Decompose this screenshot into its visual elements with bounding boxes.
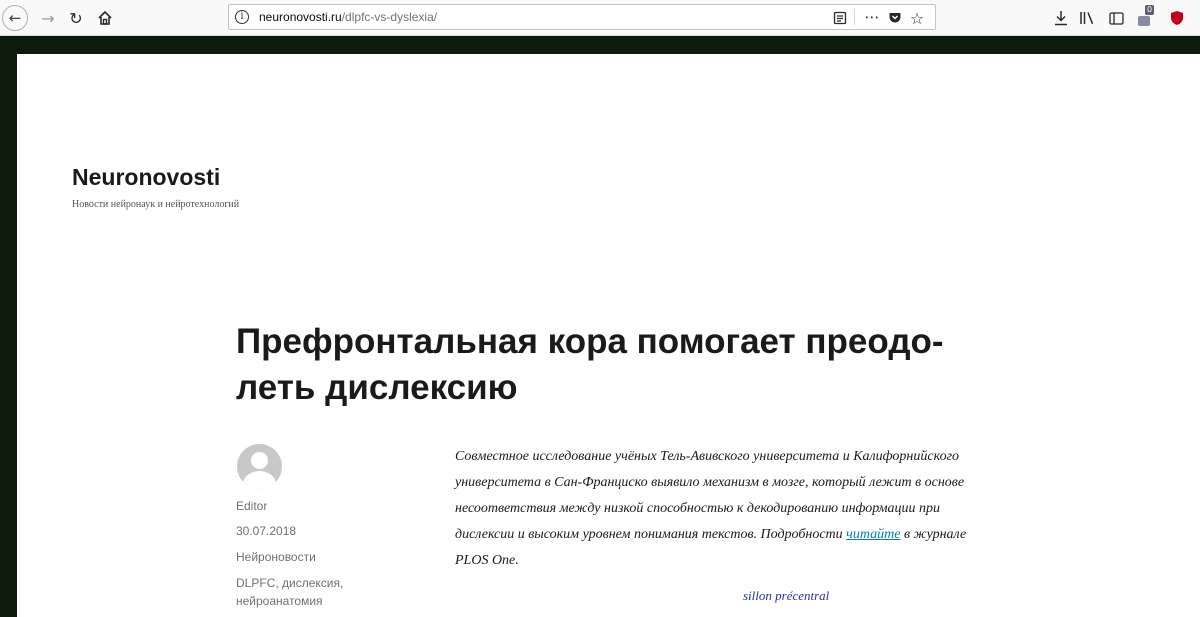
sidebar-icon <box>1108 11 1124 25</box>
home-icon <box>98 10 112 25</box>
figure-label: sillon précentral <box>743 588 830 603</box>
library-icon <box>1080 12 1094 25</box>
reader-view-icon <box>833 11 847 25</box>
extension-button[interactable]: 0 <box>1133 0 1161 36</box>
post-tags-line1[interactable]: DLPFC, дислексия, <box>236 575 343 592</box>
post-date[interactable]: 30.07.2018 <box>236 523 296 540</box>
back-arrow-icon: ← <box>8 9 22 27</box>
avatar-body <box>243 471 276 489</box>
url-text[interactable]: neuronovosti.ru/dlpfc-vs-dyslexia/ <box>259 10 437 24</box>
page-actions-button[interactable]: ⋯ <box>862 0 882 35</box>
sidebar-button[interactable] <box>1105 0 1127 36</box>
more-icon: ⋯ <box>864 8 880 26</box>
author-avatar <box>237 444 282 489</box>
star-icon: ☆ <box>909 8 925 28</box>
reload-icon: ↻ <box>69 8 83 28</box>
forward-arrow-icon: → <box>41 8 55 28</box>
ublock-shield-icon <box>1171 11 1183 25</box>
avatar-head <box>251 452 268 469</box>
download-icon <box>1055 11 1067 26</box>
site-info-icon[interactable]: i <box>235 10 249 24</box>
post-tags-line2[interactable]: нейроанатомия <box>236 593 323 610</box>
ublock-button[interactable] <box>1166 0 1188 36</box>
site-title[interactable]: Neuronovosti <box>72 164 220 191</box>
site-description: Новости нейронаук и нейротехнологий <box>72 199 240 210</box>
notification-badge: 0 <box>1145 5 1155 15</box>
library-button[interactable] <box>1076 0 1098 36</box>
url-bar[interactable]: i neuronovosti.ru/dlpfc-vs-dyslexia/ ⋯ ☆ <box>228 4 936 30</box>
pocket-icon <box>889 13 901 23</box>
home-button[interactable] <box>92 0 118 36</box>
downloads-button[interactable] <box>1050 0 1072 36</box>
post-excerpt: Совместное исследование учёных Тель-Авив… <box>455 444 1000 574</box>
post-author[interactable]: Editor <box>236 498 267 515</box>
page-frame: Neuronovosti Новости нейронаук и нейроте… <box>0 36 1200 617</box>
reader-view-button[interactable] <box>831 0 849 36</box>
post-title: Префронтальная кора помогает преодо-леть… <box>236 322 944 407</box>
post-category[interactable]: Нейроновости <box>236 549 316 566</box>
browser-toolbar: ← → ↻ i neuronovosti.ru/dlpfc-vs-dyslexi… <box>0 0 1200 36</box>
back-button[interactable]: ← <box>2 5 28 31</box>
url-bar-divider <box>854 9 855 25</box>
url-host: neuronovosti.ru <box>259 10 342 24</box>
reload-button[interactable]: ↻ <box>64 0 88 36</box>
page-content: Neuronovosti Новости нейронаук и нейроте… <box>17 54 1200 617</box>
excerpt-link[interactable]: читайте <box>846 527 900 542</box>
forward-button[interactable]: → <box>36 0 60 36</box>
bookmark-button[interactable]: ☆ <box>907 0 927 36</box>
url-path: /dlpfc-vs-dyslexia/ <box>341 10 438 24</box>
pocket-button[interactable] <box>886 0 904 36</box>
